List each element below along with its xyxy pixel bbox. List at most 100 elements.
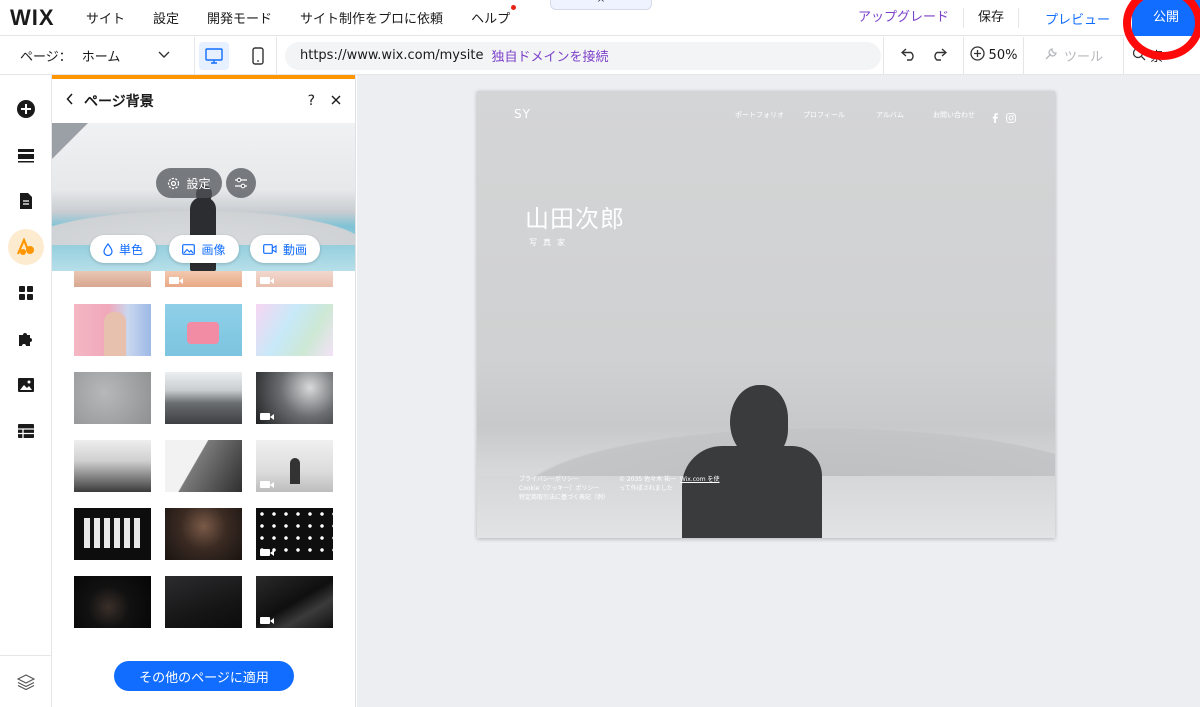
settings-button[interactable]: 設定: [156, 168, 222, 198]
desktop-icon[interactable]: [198, 41, 229, 70]
wix-logo[interactable]: WIX: [10, 5, 72, 31]
background-thumb[interactable]: [256, 576, 333, 628]
panel-header: ページ背景 ?: [52, 79, 355, 123]
menu-dev-mode[interactable]: 開発モード: [193, 8, 286, 27]
collapse-handle[interactable]: ^: [550, 0, 652, 10]
undo-icon[interactable]: [900, 46, 917, 66]
layers-icon[interactable]: [0, 655, 52, 707]
color-type-label: 単色: [118, 242, 143, 257]
background-thumb[interactable]: [74, 304, 151, 356]
site-url: https://www.wix.com/mysite: [300, 48, 484, 63]
page-selector[interactable]: ページ： ホーム: [0, 36, 195, 75]
close-icon[interactable]: [331, 93, 341, 109]
menu-help[interactable]: ヘルプ: [457, 5, 524, 27]
add-element-icon[interactable]: [8, 91, 44, 127]
upgrade-button[interactable]: アップグレード: [844, 8, 964, 28]
notification-dot: [511, 5, 517, 10]
site-nav-album[interactable]: アルバム: [876, 110, 904, 120]
menu-hire-pro[interactable]: サイト制作をプロに依頼: [286, 8, 457, 27]
color-type-button[interactable]: 単色: [90, 235, 156, 263]
site-hero-name[interactable]: 山田次郎: [525, 199, 625, 234]
design-icon[interactable]: [8, 229, 44, 265]
site-nav-contact[interactable]: お問い合わせ: [933, 110, 975, 120]
media-icon[interactable]: [8, 367, 44, 403]
sliders-icon: [235, 177, 247, 189]
background-preview: 設定 単色 画像 動画: [52, 123, 355, 271]
site-nav-profile[interactable]: プロフィール: [803, 110, 845, 120]
wix-credit-link[interactable]: Wix.com を使: [680, 476, 720, 483]
background-thumb[interactable]: [165, 508, 242, 560]
background-thumb[interactable]: [165, 576, 242, 628]
video-badge-icon: [260, 549, 274, 556]
background-thumb[interactable]: [74, 440, 151, 492]
mobile-icon[interactable]: [243, 42, 273, 70]
video-badge-icon: [260, 617, 274, 624]
page-value: ホーム: [81, 50, 121, 65]
panel-title: ページ背景: [84, 94, 154, 110]
background-thumb[interactable]: [256, 372, 333, 424]
image-icon: [182, 243, 196, 255]
image-type-button[interactable]: 画像: [169, 235, 239, 263]
menu-site[interactable]: サイト: [72, 8, 139, 27]
left-toolbar: [0, 75, 52, 707]
pages-icon[interactable]: [8, 183, 44, 219]
background-thumb[interactable]: [74, 508, 151, 560]
adjust-button[interactable]: [226, 168, 256, 198]
background-thumb[interactable]: [256, 440, 333, 492]
editor-canvas: SY ポートフォリオ プロフィール アルバム お問い合わせ 山田次郎 写真家 プ…: [357, 75, 1200, 707]
site-footer-links: プライバシーポリシー Cookie（クッキー）ポリシー 特定商取引法に基づく表記…: [519, 475, 609, 502]
publish-button[interactable]: 公開: [1132, 0, 1200, 36]
site-nav-portfolio[interactable]: ポートフォリオ: [735, 110, 784, 120]
background-thumb[interactable]: [74, 372, 151, 424]
apply-other-pages-button[interactable]: その他のページに適用: [114, 661, 294, 691]
thumb-window: [84, 518, 140, 548]
site-hero-role[interactable]: 写真家: [529, 237, 571, 248]
tools-button[interactable]: ツール: [1023, 36, 1123, 75]
background-thumb[interactable]: [165, 440, 242, 492]
tools-label: ツール: [1063, 50, 1103, 65]
page-label: ページ：: [20, 50, 72, 65]
cookie-policy-link[interactable]: Cookie（クッキー）ポリシー: [519, 484, 609, 493]
search-icon: [1132, 47, 1146, 65]
background-thumb[interactable]: [74, 576, 151, 628]
connect-domain-link[interactable]: 独自ドメインを接続: [492, 46, 609, 65]
video-badge-icon: [260, 277, 274, 284]
zoom-control[interactable]: 50%: [963, 36, 1023, 75]
thumb-figure: [104, 312, 126, 356]
sections-icon[interactable]: [8, 137, 44, 173]
preview-button[interactable]: プレビュー: [1019, 9, 1132, 28]
video-type-button[interactable]: 動画: [250, 235, 320, 263]
redo-icon[interactable]: [931, 46, 947, 66]
search-button[interactable]: 索: [1123, 36, 1200, 75]
background-thumb[interactable]: [165, 304, 242, 356]
facebook-icon[interactable]: [992, 108, 998, 127]
top-right-actions: アップグレード 保存 プレビュー 公開: [844, 0, 1200, 36]
site-preview[interactable]: SY ポートフォリオ プロフィール アルバム お問い合わせ 山田次郎 写真家 プ…: [477, 91, 1055, 538]
settings-label: 設定: [186, 176, 211, 191]
background-thumb[interactable]: [256, 508, 333, 560]
menu-settings[interactable]: 設定: [139, 8, 193, 27]
cms-icon[interactable]: [8, 413, 44, 449]
apps-icon[interactable]: [8, 275, 44, 311]
chevron-down-icon: [158, 49, 170, 62]
save-button[interactable]: 保存: [964, 8, 1019, 28]
background-thumb[interactable]: [256, 271, 333, 287]
wix-editor: WIX サイト 設定 開発モード サイト制作をプロに依頼 ヘルプ ^ アップグレ…: [0, 0, 1200, 707]
privacy-policy-link[interactable]: プライバシーポリシー: [519, 475, 609, 484]
menu-help-label: ヘルプ: [471, 12, 511, 27]
background-thumb[interactable]: [165, 372, 242, 424]
search-label: 索: [1150, 50, 1164, 65]
video-badge-icon: [260, 413, 274, 420]
background-thumb[interactable]: [256, 304, 333, 356]
back-icon[interactable]: [66, 93, 74, 109]
zoom-in-icon: [969, 46, 985, 65]
commerce-law-link[interactable]: 特定商取引法に基づく表記（例）: [519, 493, 609, 502]
site-footer-copyright: © 2035 佐々木 祐一 Wix.com を使 って作成されました: [619, 475, 719, 493]
background-thumb[interactable]: [74, 271, 151, 287]
site-logo[interactable]: SY: [514, 107, 531, 121]
instagram-icon[interactable]: [1006, 108, 1016, 127]
puzzle-icon[interactable]: [8, 321, 44, 357]
help-icon[interactable]: ?: [308, 93, 315, 109]
background-thumb[interactable]: [165, 271, 242, 287]
image-type-label: 画像: [201, 242, 226, 257]
